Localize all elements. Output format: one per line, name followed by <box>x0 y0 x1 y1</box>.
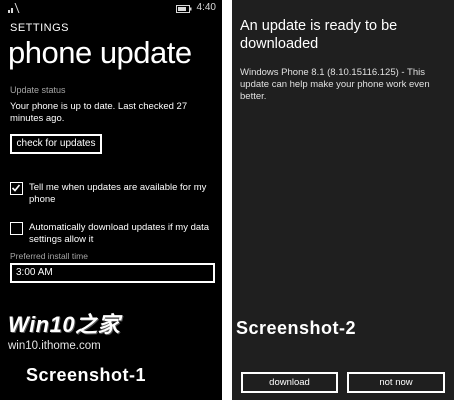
phone-update-settings-screen: 4:40 SETTINGS phone update Update status… <box>0 0 222 400</box>
notify-updates-option[interactable]: Tell me when updates are available for m… <box>10 182 215 208</box>
auto-download-option[interactable]: Automatically download updates if my dat… <box>10 222 215 248</box>
auto-download-label: Automatically download updates if my dat… <box>29 222 210 245</box>
status-clock: 4:40 <box>196 2 216 13</box>
install-time-picker[interactable]: 3:00 AM <box>10 263 215 283</box>
update-status-label: Update status <box>10 85 66 95</box>
update-description: Windows Phone 8.1 (8.10.15116.125) - Thi… <box>240 67 430 102</box>
watermark-logo: Win10之家 <box>8 312 121 337</box>
watermark-url: win10.ithome.com <box>8 340 101 352</box>
download-button[interactable]: download <box>241 372 338 393</box>
install-time-label: Preferred install time <box>10 251 88 261</box>
site-watermark: Win10之家 win10.ithome.com <box>8 307 120 352</box>
checkmark-icon <box>11 184 21 192</box>
screenshot-1-caption: Screenshot-1 <box>26 365 147 385</box>
update-ready-title: An update is ready to be downloaded <box>240 18 398 52</box>
battery-icon <box>176 5 192 16</box>
page-title: phone update <box>8 35 192 70</box>
screenshot-collage: 4:40 SETTINGS phone update Update status… <box>0 0 454 400</box>
update-ready-screen: An update is ready to be downloaded Wind… <box>232 0 454 400</box>
app-label: SETTINGS <box>10 22 70 34</box>
not-now-button[interactable]: not now <box>347 372 445 393</box>
status-bar: 4:40 <box>0 2 222 16</box>
notify-updates-checkbox[interactable] <box>10 182 23 195</box>
update-status-text: Your phone is up to date. Last checked 2… <box>10 101 188 124</box>
notify-updates-label: Tell me when updates are available for m… <box>29 182 207 205</box>
auto-download-checkbox[interactable] <box>10 222 23 235</box>
screenshot-2-caption: Screenshot-2 <box>236 318 357 338</box>
check-for-updates-button[interactable]: check for updates <box>10 134 102 154</box>
signal-bars-icon <box>8 2 20 16</box>
